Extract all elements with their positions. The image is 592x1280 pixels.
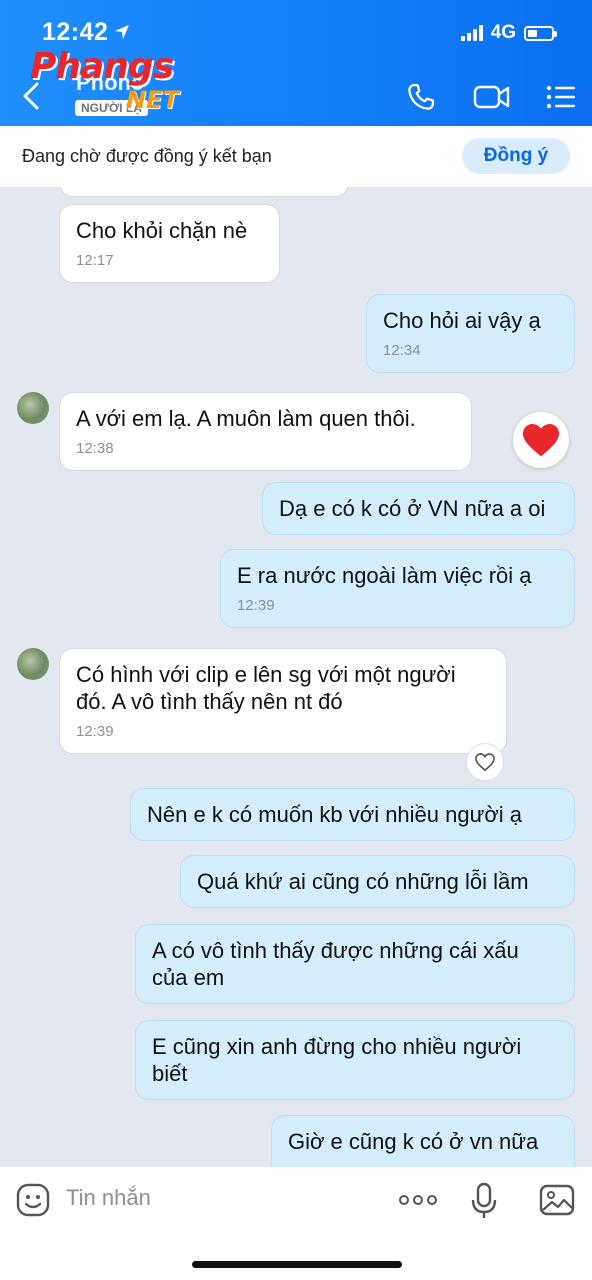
message-bubble-outgoing[interactable]: Cho hỏi ai vậy ạ 12:34 [366, 294, 575, 373]
message-bubble-outgoing[interactable]: E cũng xin anh đừng cho nhiều người biết [135, 1020, 575, 1100]
partial-message-bubble [59, 187, 349, 197]
status-time: 12:42 [42, 18, 109, 46]
video-call-button[interactable] [472, 80, 512, 114]
message-time: 12:38 [76, 440, 114, 457]
heart-outline-icon [475, 753, 495, 772]
message-input[interactable]: Tin nhắn [66, 1185, 151, 1211]
sender-avatar[interactable] [17, 648, 49, 680]
home-indicator[interactable] [192, 1261, 402, 1268]
message-text: A có vô tình thấy được những cái xấu của… [152, 938, 519, 990]
message-bubble-outgoing[interactable]: Giờ e cũng k có ở vn nữa [271, 1115, 575, 1167]
menu-button[interactable] [544, 80, 578, 114]
watermark-logo: Phangs [30, 46, 174, 87]
message-text: Có hình với clip e lên sg với một người … [76, 662, 456, 714]
status-indicators: 4G [460, 22, 557, 44]
sender-avatar[interactable] [17, 392, 49, 424]
watermark-net: NET [126, 86, 179, 114]
chat-header: 12:42 4G Phone NGƯỜI LẠ Phangs NET [0, 0, 592, 126]
message-time: 12:34 [383, 342, 421, 359]
battery-icon [524, 25, 557, 41]
message-text: E cũng xin anh đừng cho nhiều người biết [152, 1034, 522, 1086]
message-bubble-incoming[interactable]: Cho khỏi chặn nè 12:17 [59, 204, 280, 283]
heart-icon [523, 423, 559, 457]
message-text: A với em lạ. A muôn làm quen thôi. [76, 406, 416, 431]
message-bubble-outgoing[interactable]: E ra nước ngoài làm việc rồi ạ 12:39 [220, 549, 575, 628]
microphone-icon [471, 1182, 497, 1218]
message-text: Nên e k có muốn kb với nhiều người ạ [147, 802, 522, 827]
friend-request-text: Đang chờ được đồng ý kết bạn [22, 146, 272, 166]
more-options-button[interactable] [396, 1187, 440, 1213]
message-list[interactable]: Cho khỏi chặn nè 12:17 Cho hỏi ai vậy ạ … [0, 187, 592, 1167]
call-button[interactable] [404, 80, 438, 114]
smiley-sticker-icon [16, 1183, 50, 1217]
message-text: Dạ e có k có ở VN nữa a oi [279, 496, 546, 521]
message-bubble-outgoing[interactable]: Nên e k có muốn kb với nhiều người ạ [130, 788, 575, 841]
message-bubble-outgoing[interactable]: Dạ e có k có ở VN nữa a oi [262, 482, 575, 535]
message-time: 12:39 [76, 723, 114, 740]
location-arrow-icon [114, 24, 130, 45]
video-camera-icon [473, 85, 510, 109]
message-text: E ra nước ngoài làm việc rồi ạ [237, 563, 532, 588]
message-text: Quá khứ ai cũng có những lỗi lầm [197, 869, 529, 894]
friend-request-bar: Đang chờ được đồng ý kết bạn Đồng ý [0, 126, 592, 187]
message-text: Cho khỏi chặn nè [76, 218, 248, 243]
sticker-button[interactable] [14, 1181, 52, 1219]
voice-record-button[interactable] [468, 1181, 500, 1221]
message-bubble-incoming[interactable]: Có hình với clip e lên sg với một người … [59, 648, 507, 754]
message-text: Cho hỏi ai vậy ạ [383, 308, 541, 333]
phone-icon [408, 84, 434, 110]
message-time: 12:39 [237, 597, 275, 614]
photo-button[interactable] [538, 1183, 576, 1217]
message-time: 12:17 [76, 252, 114, 269]
more-dots-icon [399, 1195, 437, 1205]
signal-icon [460, 25, 483, 41]
list-menu-icon [546, 85, 575, 109]
network-label: 4G [490, 22, 516, 43]
image-gallery-icon [539, 1184, 575, 1216]
message-bubble-incoming[interactable]: A với em lạ. A muôn làm quen thôi. 12:38 [59, 392, 472, 471]
message-bubble-outgoing[interactable]: Quá khứ ai cũng có những lỗi lầm [180, 855, 575, 908]
message-text: Giờ e cũng k có ở vn nữa [288, 1129, 539, 1154]
message-bubble-outgoing[interactable]: A có vô tình thấy được những cái xấu của… [135, 924, 575, 1004]
add-reaction-button[interactable] [466, 743, 504, 781]
heart-reaction[interactable] [513, 412, 569, 468]
accept-friend-button[interactable]: Đồng ý [462, 138, 570, 174]
